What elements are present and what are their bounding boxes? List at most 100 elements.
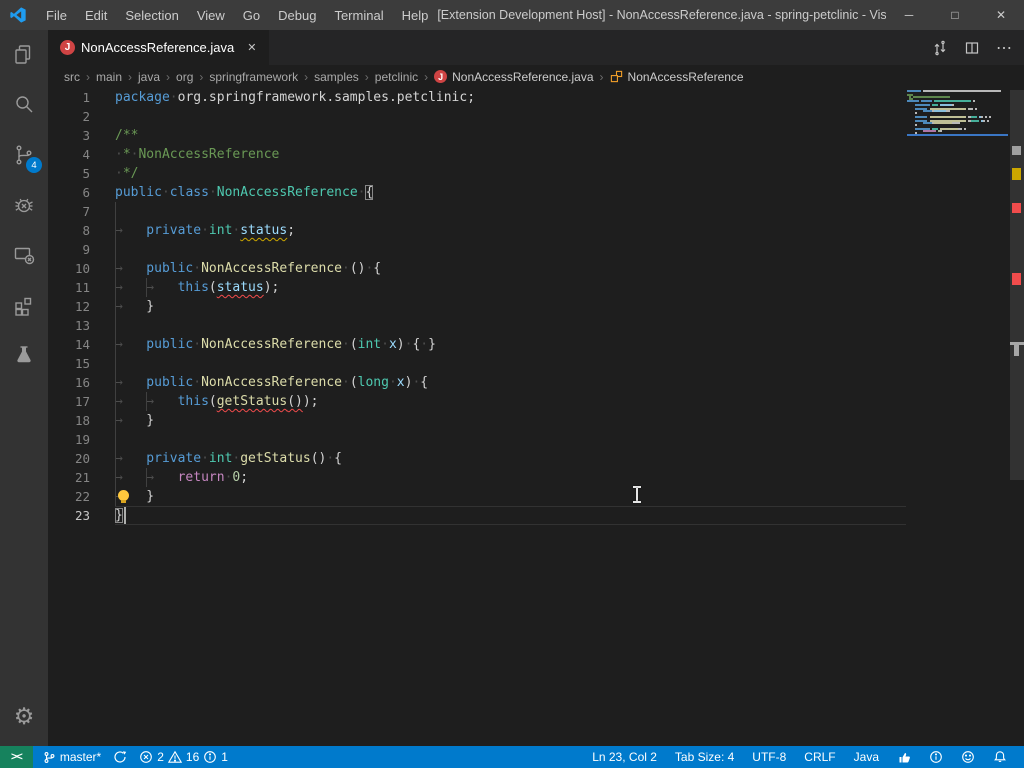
menu-go[interactable]: Go bbox=[234, 0, 269, 30]
token: status bbox=[217, 280, 264, 295]
line-number: 19 bbox=[48, 430, 115, 449]
bell-icon bbox=[993, 750, 1007, 764]
indent-guide bbox=[115, 335, 116, 354]
code-line-11[interactable]: 11→→this(status); bbox=[48, 278, 1024, 297]
token: long bbox=[358, 375, 389, 390]
notifications-item[interactable] bbox=[984, 746, 1016, 768]
code-line-16[interactable]: 16→public·NonAccessReference·(long·x)·{ bbox=[48, 373, 1024, 392]
open-changes-button[interactable] bbox=[928, 36, 952, 60]
java-status-item[interactable] bbox=[888, 746, 920, 768]
line-content: →private·int·status; bbox=[115, 221, 1024, 240]
menu-help[interactable]: Help bbox=[393, 0, 438, 30]
breadcrumb-main[interactable]: main bbox=[95, 70, 123, 84]
breadcrumb-org[interactable]: org bbox=[175, 70, 194, 84]
token: return bbox=[178, 470, 225, 485]
menu-view[interactable]: View bbox=[188, 0, 234, 30]
breadcrumb-springframework[interactable]: springframework bbox=[208, 70, 299, 84]
code-line-2[interactable]: 2 bbox=[48, 107, 1024, 126]
code-line-12[interactable]: 12→} bbox=[48, 297, 1024, 316]
menu-debug[interactable]: Debug bbox=[269, 0, 325, 30]
code-line-5[interactable]: 5·*/ bbox=[48, 164, 1024, 183]
debug-icon bbox=[12, 193, 36, 217]
vscode-logo-icon bbox=[9, 6, 27, 24]
minimap[interactable] bbox=[907, 90, 1008, 136]
code-line-23[interactable]: 23} bbox=[48, 506, 1024, 525]
indent-guide bbox=[115, 202, 116, 221]
tab-nonaccessreference[interactable]: J NonAccessReference.java ✕ bbox=[48, 30, 269, 65]
code-line-3[interactable]: 3/** bbox=[48, 126, 1024, 145]
code-line-19[interactable]: 19 bbox=[48, 430, 1024, 449]
code-line-1[interactable]: 1package·org.springframework.samples.pet… bbox=[48, 88, 1024, 107]
breadcrumb-petclinic[interactable]: petclinic bbox=[374, 70, 419, 84]
menu-edit[interactable]: Edit bbox=[76, 0, 116, 30]
warning-icon bbox=[168, 750, 182, 764]
line-content: →} bbox=[115, 297, 1024, 316]
sidebar-item-explorer[interactable] bbox=[0, 30, 48, 80]
code-line-14[interactable]: 14→public·NonAccessReference·(int·x)·{·} bbox=[48, 335, 1024, 354]
menu-terminal[interactable]: Terminal bbox=[325, 0, 392, 30]
close-button[interactable]: ✕ bbox=[978, 0, 1024, 30]
problems-item[interactable]: 2 16 1 bbox=[133, 746, 234, 768]
git-branch-item[interactable]: master* bbox=[37, 746, 107, 768]
eol-item[interactable]: CRLF bbox=[795, 746, 844, 768]
token: · bbox=[162, 185, 170, 200]
token: · bbox=[342, 261, 350, 276]
indent-guide bbox=[115, 449, 116, 468]
code-editor[interactable]: 1package·org.springframework.samples.pet… bbox=[48, 88, 1024, 746]
sync-button[interactable] bbox=[107, 746, 133, 768]
breadcrumb-samples[interactable]: samples bbox=[313, 70, 360, 84]
encoding-item[interactable]: UTF-8 bbox=[743, 746, 795, 768]
sidebar-item-extensions[interactable] bbox=[0, 280, 48, 330]
code-line-21[interactable]: 21→→return·0; bbox=[48, 468, 1024, 487]
line-content bbox=[115, 316, 1024, 335]
code-line-13[interactable]: 13 bbox=[48, 316, 1024, 335]
more-actions-button[interactable]: ⋯ bbox=[992, 36, 1016, 60]
warning-count: 16 bbox=[186, 750, 199, 764]
sidebar-item-search[interactable] bbox=[0, 80, 48, 130]
tab-whitespace-arrow: → bbox=[115, 392, 146, 411]
info-status-item[interactable] bbox=[920, 746, 952, 768]
code-line-9[interactable]: 9 bbox=[48, 240, 1024, 259]
feedback-item[interactable] bbox=[952, 746, 984, 768]
menu-file[interactable]: File bbox=[37, 0, 76, 30]
breadcrumb-src[interactable]: src bbox=[63, 70, 81, 84]
code-line-10[interactable]: 10→public·NonAccessReference·()·{ bbox=[48, 259, 1024, 278]
sidebar-item-source-control[interactable]: 4 bbox=[0, 130, 48, 180]
minimize-button[interactable]: ─ bbox=[886, 0, 932, 30]
code-line-18[interactable]: 18→} bbox=[48, 411, 1024, 430]
code-line-17[interactable]: 17→→this(getStatus()); bbox=[48, 392, 1024, 411]
code-line-6[interactable]: 6public·class·NonAccessReference·{ bbox=[48, 183, 1024, 202]
tab-close-icon[interactable]: ✕ bbox=[244, 39, 259, 56]
tab-label: NonAccessReference.java bbox=[81, 40, 234, 55]
code-line-8[interactable]: 8→private·int·status; bbox=[48, 221, 1024, 240]
sidebar-item-remote-explorer[interactable] bbox=[0, 230, 48, 280]
language-mode-item[interactable]: Java bbox=[845, 746, 888, 768]
lightbulb-icon[interactable] bbox=[118, 490, 129, 501]
code-line-20[interactable]: 20→private·int·getStatus()·{ bbox=[48, 449, 1024, 468]
sidebar-item-run-debug[interactable] bbox=[0, 180, 48, 230]
code-line-4[interactable]: 4·*·NonAccessReference bbox=[48, 145, 1024, 164]
sidebar-item-test[interactable] bbox=[0, 330, 48, 380]
token: { bbox=[373, 261, 381, 276]
breadcrumb-file[interactable]: JNonAccessReference.java bbox=[433, 70, 594, 84]
line-content: ·*/ bbox=[115, 164, 1024, 183]
menu-selection[interactable]: Selection bbox=[116, 0, 187, 30]
remote-indicator[interactable]: >< bbox=[0, 746, 33, 768]
code-line-7[interactable]: 7 bbox=[48, 202, 1024, 221]
settings-gear-icon[interactable]: ⚙ bbox=[0, 694, 48, 738]
code-line-15[interactable]: 15 bbox=[48, 354, 1024, 373]
token: public bbox=[115, 185, 162, 200]
maximize-button[interactable]: □ bbox=[932, 0, 978, 30]
breadcrumb-symbol[interactable]: NonAccessReference bbox=[609, 70, 745, 84]
token: getStatus bbox=[240, 451, 310, 466]
code-line-22[interactable]: 22→} bbox=[48, 487, 1024, 506]
token: · bbox=[193, 261, 201, 276]
breadcrumb-java[interactable]: java bbox=[137, 70, 161, 84]
cursor-position-item[interactable]: Ln 23, Col 2 bbox=[583, 746, 666, 768]
tab-size-item[interactable]: Tab Size: 4 bbox=[666, 746, 743, 768]
token: { bbox=[420, 375, 428, 390]
breadcrumb-separator: › bbox=[299, 70, 313, 84]
smiley-icon bbox=[961, 750, 975, 764]
split-editor-button[interactable] bbox=[960, 36, 984, 60]
token: } bbox=[146, 413, 154, 428]
